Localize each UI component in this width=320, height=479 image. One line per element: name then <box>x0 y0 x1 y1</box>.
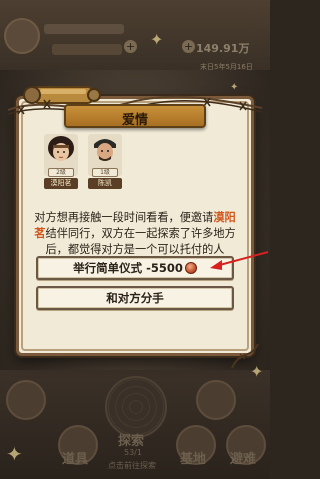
date-display: 末日5年5月16日 <box>200 63 253 71</box>
character-name: 漠阳茗 <box>44 178 78 189</box>
pipe-decoration-icon <box>23 86 101 104</box>
left-side-button <box>6 380 46 420</box>
sparkle-icon: ✦ <box>150 30 164 49</box>
shelter-label: 避难 <box>230 452 257 467</box>
money-display: 149.91万 <box>196 42 250 55</box>
player-name-bar <box>44 24 124 34</box>
resource-bar <box>52 44 122 55</box>
coin-icon <box>184 262 197 274</box>
right-side-button <box>196 380 236 420</box>
explore-count: 53/1 <box>124 448 142 457</box>
add-resource-icon: + <box>124 40 137 53</box>
explore-label: 探索 <box>118 434 145 449</box>
dialog-title: 爱情 <box>121 113 148 128</box>
top-status-bar: + + 149.91万 末日5年5月16日 <box>0 0 270 71</box>
sparkle-icon: ✦ <box>6 442 23 466</box>
story-text: 对方想再接触一段时间看看，便邀请 <box>34 211 214 224</box>
player-avatar <box>4 18 40 54</box>
break-up-button[interactable]: 和对方分手 <box>36 286 234 310</box>
character-level: 1级 <box>92 168 118 177</box>
choice-label: 和对方分手 <box>106 291 164 305</box>
wire-corner-icon <box>231 343 259 369</box>
red-arrow-icon <box>210 251 269 270</box>
props-label: 道具 <box>62 452 89 467</box>
base-label: 基地 <box>180 452 207 467</box>
dialog-title-bar: 爱情 <box>64 104 206 128</box>
character-level: 2级 <box>48 168 74 177</box>
character-name: 陈凯 <box>88 178 122 189</box>
add-money-icon: + <box>182 40 195 53</box>
sparkle-icon: ✦ <box>230 82 239 93</box>
choice-label: 举行简单仪式 -5500 <box>73 261 183 275</box>
explore-hint: 点击前往探索 <box>108 461 156 470</box>
explore-radar <box>105 376 167 438</box>
